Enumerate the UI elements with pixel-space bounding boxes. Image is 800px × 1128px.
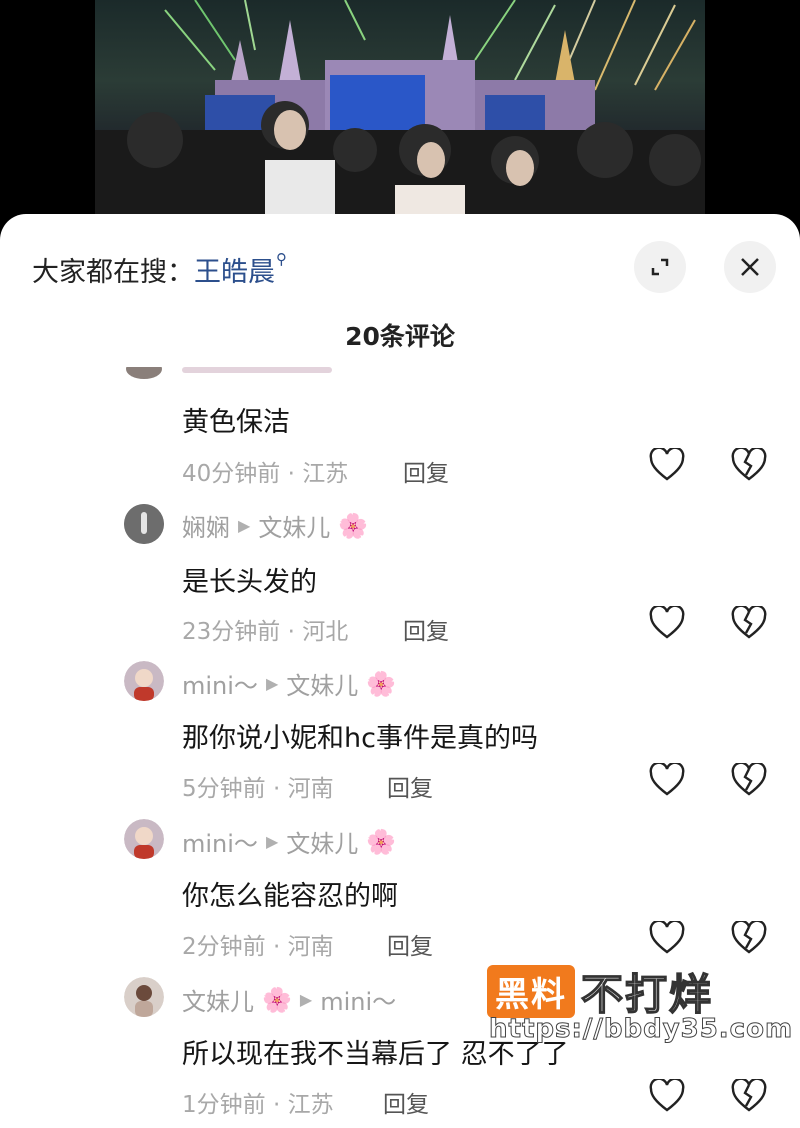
like-heart-icon[interactable]: [649, 763, 685, 797]
comment-meta: mini～ ▶ 文妹儿 🌸: [182, 666, 396, 701]
trending-search-prefix: 大家都在搜：: [32, 257, 194, 288]
comment-username[interactable]: mini～: [182, 824, 258, 859]
comment-username[interactable]: 文妹儿: [182, 982, 254, 1017]
dislike-broken-heart-icon[interactable]: [731, 1079, 767, 1113]
comment-text: 是长头发的: [182, 567, 317, 598]
comment-meta: 娴娴 ▶ 文妹儿 🌸: [182, 508, 368, 543]
comment-time: 23分钟前: [182, 619, 281, 645]
comment-location: 河南: [287, 776, 334, 802]
comment-time: 1分钟前: [182, 1092, 266, 1118]
reply-button[interactable]: 回复: [403, 612, 449, 646]
scrolled-comment-header: [124, 366, 384, 380]
comment-time: 2分钟前: [182, 934, 266, 960]
dislike-broken-heart-icon[interactable]: [731, 606, 767, 640]
comment-location: 江苏: [302, 461, 349, 487]
like-heart-icon[interactable]: [649, 921, 685, 955]
watermark-logo: 黑料 不打烊: [487, 961, 713, 1022]
avatar[interactable]: [124, 504, 164, 544]
dislike-broken-heart-icon[interactable]: [731, 448, 767, 482]
comment-location: 江苏: [287, 1092, 334, 1118]
like-heart-icon[interactable]: [649, 606, 685, 640]
reply-button[interactable]: 回复: [383, 1085, 429, 1119]
reply-button[interactable]: 回复: [403, 454, 449, 488]
avatar[interactable]: [124, 977, 164, 1017]
like-heart-icon[interactable]: [649, 1079, 685, 1113]
reply-to-username[interactable]: 文妹儿: [286, 824, 358, 859]
comment-username[interactable]: mini～: [182, 666, 258, 701]
comment-time-location: 40分钟前 · 江苏: [182, 461, 349, 487]
comment-time: 5分钟前: [182, 776, 266, 802]
dislike-broken-heart-icon[interactable]: [731, 763, 767, 797]
comment-meta: 文妹儿 🌸 ▶ mini～: [182, 982, 396, 1017]
flower-emoji-icon: 🌸: [366, 827, 397, 856]
dislike-broken-heart-icon[interactable]: [731, 921, 767, 955]
close-icon: [741, 258, 759, 276]
reply-arrow-icon: ▶: [299, 990, 313, 1009]
comment-username[interactable]: 娴娴: [182, 508, 230, 543]
flower-emoji-icon: 🌸: [262, 985, 292, 1014]
expand-button[interactable]: [634, 241, 686, 293]
comment-location: 河南: [287, 934, 334, 960]
reply-to-username[interactable]: 文妹儿: [286, 666, 358, 701]
avatar[interactable]: [124, 661, 164, 701]
watermark-url: https://bbdy35.com: [488, 1014, 794, 1045]
search-icon: ⚲: [276, 250, 287, 268]
reply-to-username[interactable]: mini～: [320, 982, 396, 1017]
comment-time-location: 23分钟前 · 河北: [182, 619, 349, 645]
expand-icon: [651, 258, 669, 276]
reply-arrow-icon: ▶: [265, 674, 279, 693]
flower-emoji-icon: 🌸: [338, 511, 369, 540]
trending-search-keyword[interactable]: 王皓晨: [194, 257, 275, 288]
comment-meta: mini～ ▶ 文妹儿 🌸: [182, 824, 396, 859]
like-heart-icon[interactable]: [649, 448, 685, 482]
comment-time-location: 2分钟前 · 河南: [182, 934, 334, 960]
comment-time-location: 1分钟前 · 江苏: [182, 1092, 334, 1118]
reply-arrow-icon: ▶: [265, 832, 279, 851]
reply-arrow-icon: ▶: [238, 516, 251, 535]
comment-text: 黄色保洁: [182, 407, 290, 438]
comment-time-location: 5分钟前 · 河南: [182, 776, 334, 802]
flower-emoji-icon: 🌸: [366, 669, 397, 698]
watermark-rest-text: 不打烊: [580, 969, 714, 1020]
video-frame[interactable]: [95, 0, 705, 230]
reply-button[interactable]: 回复: [387, 769, 433, 803]
reply-button[interactable]: 回复: [387, 927, 433, 961]
comment-time: 40分钟前: [182, 461, 281, 487]
reply-to-username[interactable]: 文妹儿: [258, 508, 330, 543]
watermark-box-text: 黑料: [487, 965, 575, 1018]
comment-location: 河北: [302, 619, 349, 645]
comment-count-title: 20条评论: [345, 322, 455, 351]
trending-search-link[interactable]: 大家都在搜：王皓晨⚲: [32, 250, 287, 289]
fireworks-castle-scene: [95, 0, 705, 230]
avatar[interactable]: [124, 819, 164, 859]
comment-text: 你怎么能容忍的啊: [182, 881, 398, 912]
comment-text: 那你说小妮和hc事件是真的吗: [182, 723, 538, 754]
close-button[interactable]: [724, 241, 776, 293]
